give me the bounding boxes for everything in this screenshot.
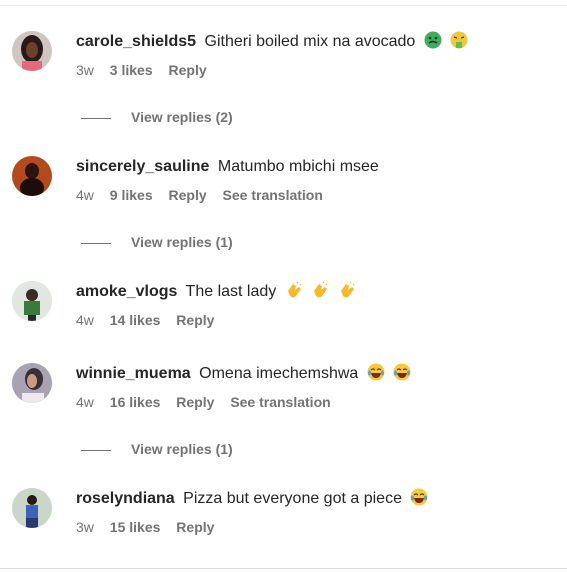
likes-count[interactable]: 9 likes bbox=[110, 187, 153, 203]
view-replies-label: View replies (2) bbox=[131, 109, 233, 125]
likes-count[interactable]: 15 likes bbox=[110, 519, 161, 535]
view-replies-button[interactable]: View replies (1) bbox=[81, 233, 233, 251]
clapping-hands-icon bbox=[338, 281, 356, 299]
username[interactable]: winnie_muema bbox=[76, 365, 191, 382]
comment-text: Omena imechemshwa bbox=[199, 365, 359, 382]
avatar[interactable] bbox=[12, 31, 52, 71]
nauseated-face-icon bbox=[424, 31, 442, 49]
reply-button[interactable]: Reply bbox=[176, 312, 214, 328]
bottom-divider bbox=[0, 568, 567, 569]
replies-dash bbox=[81, 242, 111, 244]
comment-text: Matumbo mbichi msee bbox=[217, 158, 379, 175]
reply-button[interactable]: Reply bbox=[176, 519, 214, 535]
comment-time: 3w bbox=[76, 62, 94, 78]
tears-of-joy-icon bbox=[393, 363, 411, 381]
view-replies-button[interactable]: View replies (2) bbox=[81, 108, 233, 126]
clapping-hands-icon bbox=[285, 281, 303, 299]
replies-dash bbox=[81, 117, 111, 119]
see-translation-button[interactable]: See translation bbox=[230, 394, 330, 410]
avatar[interactable] bbox=[12, 363, 52, 403]
comment-time: 4w bbox=[76, 312, 94, 328]
likes-count[interactable]: 3 likes bbox=[110, 62, 153, 78]
username[interactable]: carole_shields5 bbox=[76, 33, 196, 50]
likes-count[interactable]: 14 likes bbox=[110, 312, 161, 328]
tears-of-joy-icon bbox=[410, 488, 428, 506]
tears-of-joy-icon bbox=[367, 363, 385, 381]
comment-time: 3w bbox=[76, 519, 94, 535]
clapping-hands-icon bbox=[311, 281, 329, 299]
replies-dash bbox=[81, 449, 111, 451]
top-divider bbox=[0, 5, 567, 6]
likes-count[interactable]: 16 likes bbox=[110, 394, 161, 410]
view-replies-button[interactable]: View replies (1) bbox=[81, 440, 233, 458]
comment-text: The last lady bbox=[185, 283, 277, 300]
view-replies-label: View replies (1) bbox=[131, 441, 233, 457]
comment-time: 4w bbox=[76, 394, 94, 410]
view-replies-label: View replies (1) bbox=[131, 234, 233, 250]
avatar[interactable] bbox=[12, 281, 52, 321]
see-translation-button[interactable]: See translation bbox=[223, 187, 323, 203]
username[interactable]: amoke_vlogs bbox=[76, 283, 177, 300]
comment-text: Pizza but everyone got a piece bbox=[183, 490, 402, 507]
avatar[interactable] bbox=[12, 488, 52, 528]
username[interactable]: sincerely_sauline bbox=[76, 158, 209, 175]
reply-button[interactable]: Reply bbox=[169, 187, 207, 203]
avatar[interactable] bbox=[12, 156, 52, 196]
username[interactable]: roselyndiana bbox=[76, 490, 175, 507]
comment-time: 4w bbox=[76, 187, 94, 203]
reply-button[interactable]: Reply bbox=[169, 62, 207, 78]
comment-text: Githeri boiled mix na avocado bbox=[204, 33, 416, 50]
reply-button[interactable]: Reply bbox=[176, 394, 214, 410]
vomiting-face-icon bbox=[450, 31, 468, 49]
